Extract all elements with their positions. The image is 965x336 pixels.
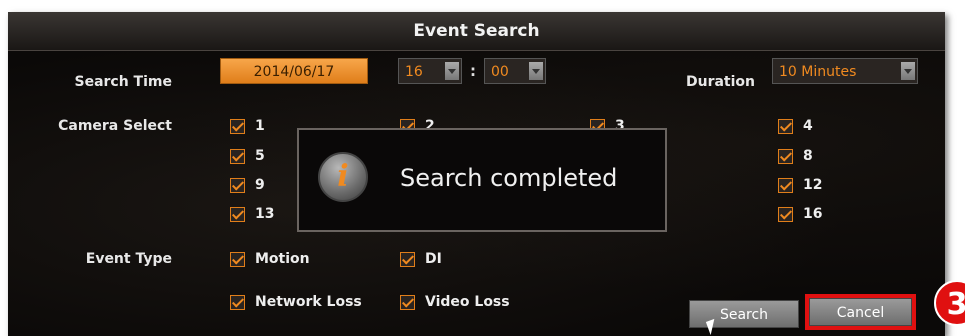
camera-select-label: Camera Select <box>58 118 172 134</box>
checkbox-checked-icon <box>778 177 793 193</box>
search-time-label: Search Time <box>74 74 172 90</box>
popup-message: Search completed <box>400 164 618 192</box>
camera-checkbox-1[interactable]: 1 <box>230 118 265 134</box>
event-option-label: Network Loss <box>255 294 362 310</box>
camera-label: 1 <box>255 118 265 134</box>
camera-checkbox-13[interactable]: 13 <box>230 206 274 222</box>
search-button[interactable]: Search <box>689 300 799 328</box>
camera-label: 12 <box>803 177 823 193</box>
checkbox-checked-icon <box>400 251 415 267</box>
checkbox-checked-icon <box>230 294 245 310</box>
camera-label: 8 <box>803 148 813 164</box>
event-option-label: Video Loss <box>425 294 510 310</box>
chevron-down-icon[interactable] <box>901 62 915 80</box>
duration-value: 10 Minutes <box>779 64 857 80</box>
chevron-down-icon[interactable] <box>445 62 459 80</box>
checkbox-checked-icon <box>230 251 245 267</box>
camera-checkbox-12[interactable]: 12 <box>778 177 822 193</box>
event-option-label: DI <box>425 251 442 267</box>
camera-label: 9 <box>255 177 265 193</box>
event-checkbox-motion[interactable]: Motion <box>230 251 310 267</box>
event-checkbox-video-loss[interactable]: Video Loss <box>400 294 510 310</box>
cancel-button[interactable]: Cancel <box>809 298 912 326</box>
checkbox-checked-icon <box>778 148 793 164</box>
duration-select[interactable]: 10 Minutes <box>772 58 918 84</box>
hour-select[interactable]: 16 <box>398 58 462 84</box>
checkbox-checked-icon <box>778 206 793 222</box>
info-icon: i <box>318 152 368 202</box>
camera-label: 5 <box>255 148 265 164</box>
event-option-label: Motion <box>255 251 310 267</box>
camera-label: 13 <box>255 206 275 222</box>
checkbox-checked-icon <box>230 148 245 164</box>
camera-label: 16 <box>803 206 823 222</box>
camera-checkbox-4[interactable]: 4 <box>778 118 813 134</box>
camera-checkbox-5[interactable]: 5 <box>230 148 265 164</box>
checkbox-checked-icon <box>230 206 245 222</box>
event-checkbox-network-loss[interactable]: Network Loss <box>230 294 362 310</box>
chevron-down-icon[interactable] <box>529 62 543 80</box>
event-checkbox-di[interactable]: DI <box>400 251 442 267</box>
time-separator: : <box>470 62 476 80</box>
camera-checkbox-16[interactable]: 16 <box>778 206 822 222</box>
dialog-title: Event Search <box>8 12 945 51</box>
checkbox-checked-icon <box>400 294 415 310</box>
search-date-field[interactable]: 2014/06/17 <box>220 58 368 84</box>
checkbox-checked-icon <box>778 118 793 134</box>
camera-checkbox-8[interactable]: 8 <box>778 148 813 164</box>
camera-checkbox-9[interactable]: 9 <box>230 177 265 193</box>
camera-label: 4 <box>803 118 813 134</box>
minute-select[interactable]: 00 <box>484 58 546 84</box>
checkbox-checked-icon <box>230 177 245 193</box>
hour-value: 16 <box>405 64 423 80</box>
duration-label: Duration <box>685 74 755 90</box>
event-type-label: Event Type <box>85 251 172 267</box>
checkbox-checked-icon <box>230 118 245 134</box>
minute-value: 00 <box>491 64 509 80</box>
